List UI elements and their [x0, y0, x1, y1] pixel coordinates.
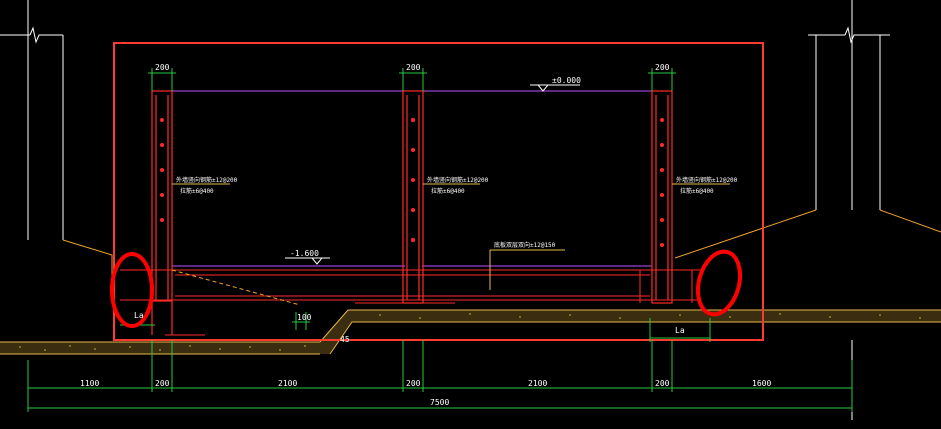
wall-mid	[402, 90, 424, 304]
dim-top-right: 200	[655, 63, 670, 72]
elevation-bottom: -1.600	[290, 249, 319, 258]
highlight-circle-right[interactable]	[691, 247, 746, 319]
wall-right-note-1: 外墙竖向钢筋±12@200	[676, 176, 738, 184]
dim-top-left: 200	[155, 63, 170, 72]
wall-right-note-2: 拉筋±6@400	[680, 187, 714, 195]
dim-seg7: 1600	[752, 379, 771, 388]
note-leaders	[172, 183, 730, 290]
slope-mark: 45	[340, 335, 350, 344]
dim-seg1: 1100	[80, 379, 99, 388]
elevation-markers	[285, 84, 580, 265]
dim-seg2: 200	[155, 379, 170, 388]
slab-note: 底板双层双向±12@150	[494, 241, 556, 249]
wall-left-note-2: 拉筋±6@400	[180, 187, 214, 195]
wall-mid-note-1: 外墙竖向钢筋±12@200	[427, 176, 489, 184]
dim-seg6: 200	[655, 379, 670, 388]
dim-seg4: 200	[406, 379, 421, 388]
break-lines	[0, 0, 890, 420]
dim-seg5: 2100	[528, 379, 547, 388]
wall-left-note-1: 外墙竖向钢筋±12@200	[176, 176, 238, 184]
wall-mid-note-2: 拉筋±6@400	[431, 187, 465, 195]
dim-seg3: 2100	[278, 379, 297, 388]
highlight-circle-left[interactable]	[110, 252, 154, 328]
excavation-outline	[62, 209, 941, 300]
wall-left	[151, 90, 173, 335]
la-left: La	[134, 311, 144, 320]
la-right: La	[675, 326, 685, 335]
section-drawing: 200 200 200 ±0.000 -1.600 外墙竖向钢筋±12@200 …	[0, 0, 941, 420]
dim-top-mid: 200	[406, 63, 421, 72]
dim-total: 7500	[430, 398, 449, 407]
elevation-top: ±0.000	[552, 76, 581, 85]
cad-drawing-canvas[interactable]: 200 200 200 ±0.000 -1.600 外墙竖向钢筋±12@200 …	[0, 0, 941, 429]
step-dim: 100	[297, 313, 312, 322]
